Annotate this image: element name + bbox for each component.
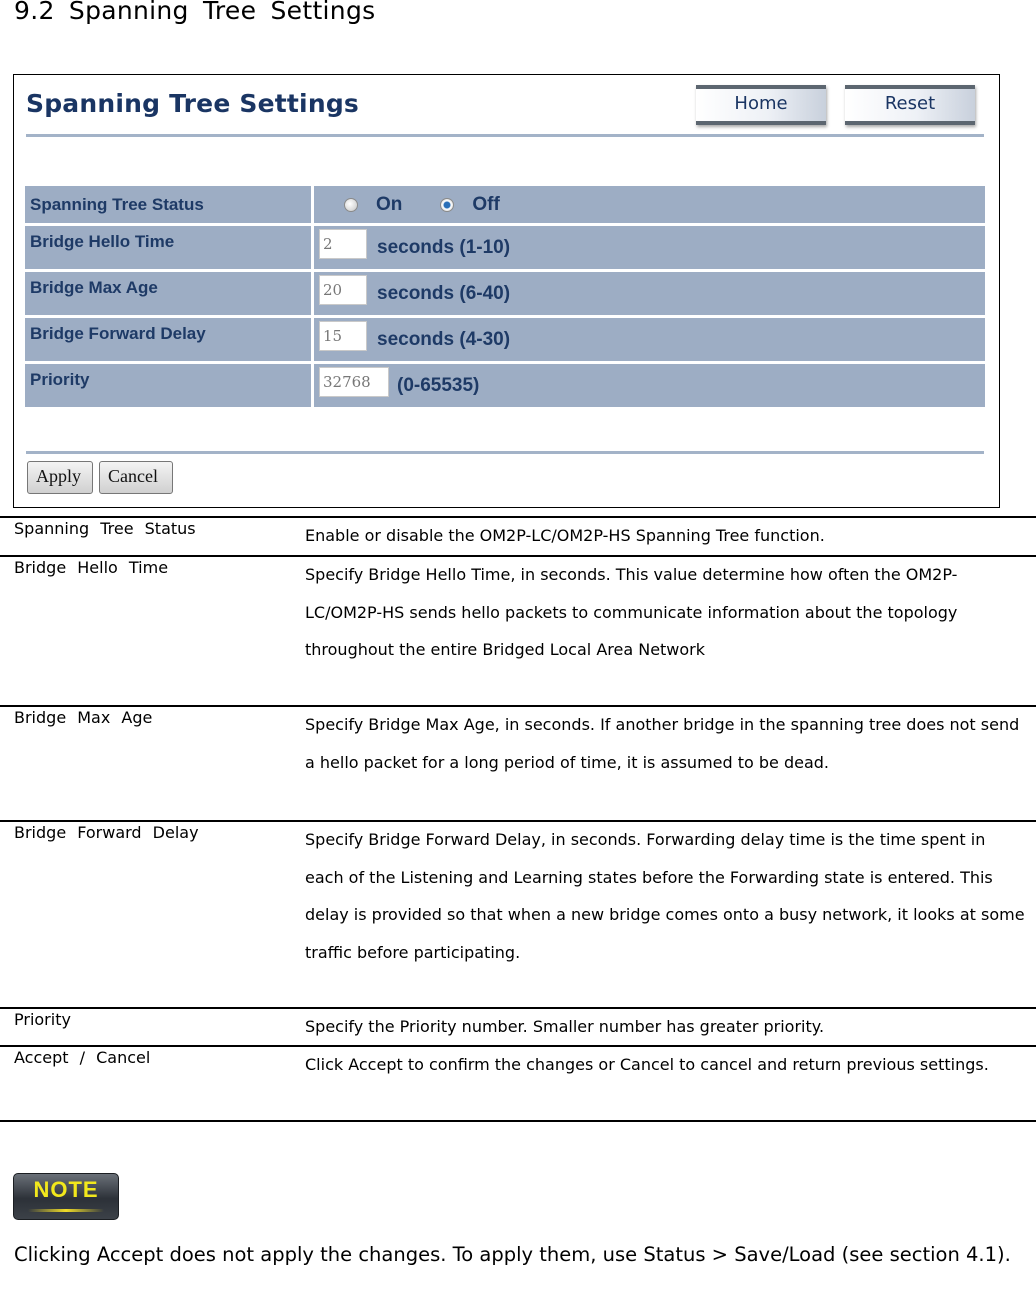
reset-button[interactable]: Reset [845,85,975,125]
radio-off-label: Off [472,193,500,215]
note-icon: NOTE [13,1173,119,1220]
divider [26,134,984,137]
priority-input[interactable] [319,366,389,397]
term: Bridge Forward Delay [14,823,199,842]
section-heading: 9.2 Spanning Tree Settings [14,0,376,25]
radio-off[interactable] [440,197,455,212]
divider [26,451,984,454]
form-row-priority: Priority (0-65535) [25,364,985,407]
definition: Specify Bridge Max Age, in seconds. If a… [305,715,1020,772]
field-suffix: seconds (6-40) [377,282,511,304]
field-suffix: seconds (1-10) [377,236,511,258]
term: Priority [14,1010,71,1029]
term: Spanning Tree Status [14,519,196,538]
term: Bridge Max Age [14,708,153,727]
field-suffix: seconds (4-30) [377,328,511,350]
field-label: Bridge Hello Time [25,226,311,269]
status-radio-group: On Off [314,186,985,223]
note-text: Clicking Accept does not apply the chang… [14,1243,1011,1266]
note-glow [28,1209,104,1212]
cancel-button[interactable]: Cancel [99,461,173,494]
field-suffix: (0-65535) [397,374,480,396]
apply-button[interactable]: Apply [27,461,93,494]
form-row-hello-time: Bridge Hello Time seconds (1-10) [25,226,985,269]
max-age-input[interactable] [319,274,367,305]
radio-on-label: On [376,193,403,215]
panel-title: Spanning Tree Settings [26,89,359,118]
form-row-forward-delay: Bridge Forward Delay seconds (4-30) [25,318,985,361]
forward-delay-input[interactable] [319,320,367,351]
settings-form: Spanning Tree Status On Off Bridge Hello… [25,186,985,410]
table-rule [0,1120,1036,1122]
form-row-status: Spanning Tree Status On Off [25,186,985,223]
form-row-max-age: Bridge Max Age seconds (6-40) [25,272,985,315]
definition: Click Accept to confirm the changes or C… [305,1055,989,1074]
definition: Enable or disable the OM2P-LC/OM2P-HS Sp… [305,526,825,545]
hello-time-input[interactable] [319,228,367,259]
field-label: Bridge Max Age [25,272,311,315]
definition: Specify the Priority number. Smaller num… [305,1017,825,1036]
field-label: Bridge Forward Delay [25,318,311,361]
field-label: Spanning Tree Status [25,186,311,223]
term: Bridge Hello Time [14,558,169,577]
home-button[interactable]: Home [696,85,826,125]
term: Accept / Cancel [14,1048,151,1067]
definition: Specify Bridge Hello Time, in seconds. T… [305,565,958,659]
field-label: Priority [25,364,311,407]
radio-on[interactable] [344,197,358,212]
settings-screenshot-panel: Spanning Tree Settings Home Reset Spanni… [13,74,1000,508]
definition: Specify Bridge Forward Delay, in seconds… [305,830,1025,962]
note-badge-label: NOTE [33,1177,99,1202]
